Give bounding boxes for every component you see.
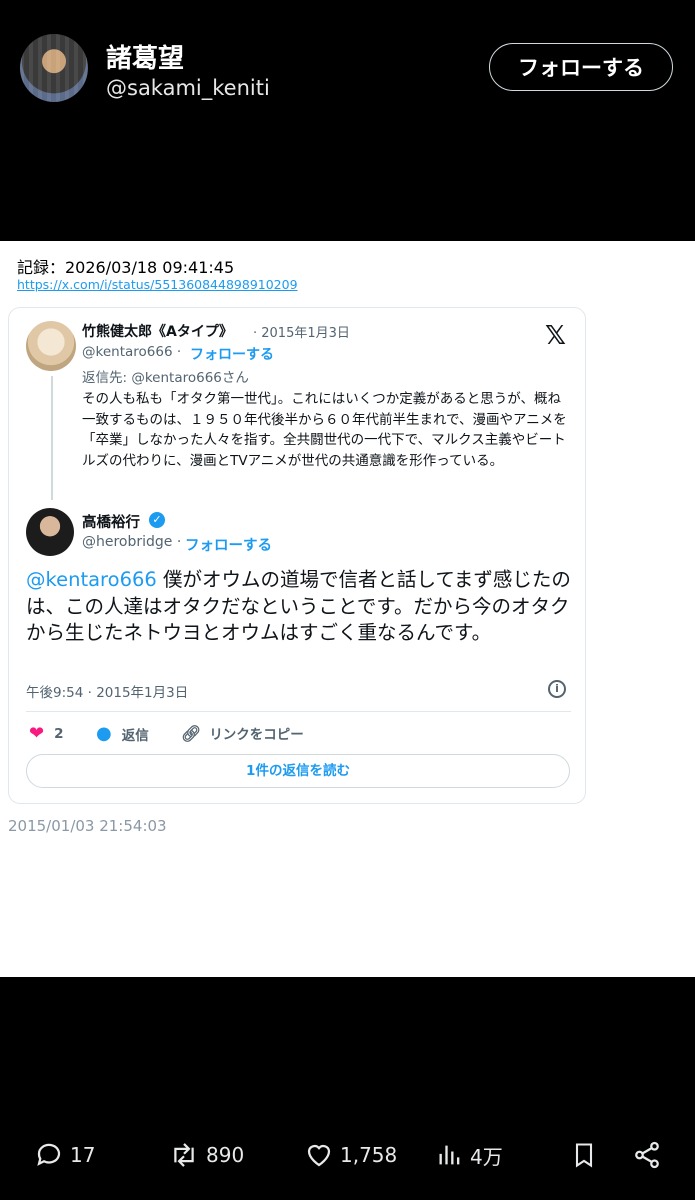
avatar[interactable] — [20, 34, 88, 102]
like-count: 2 — [54, 725, 64, 742]
repost-icon — [174, 1143, 194, 1167]
user-handle[interactable]: @sakami_keniti — [106, 76, 270, 100]
repost-count: 890 — [206, 1143, 245, 1167]
engagement-bar: 17 890 1,758 4万 — [0, 1130, 695, 1180]
embedded-tweet-card: 竹熊健太郎《Aタイプ》 · 2015年1月3日 @kentaro666 · フォ… — [8, 307, 586, 804]
analytics-icon — [439, 1145, 460, 1165]
share-button[interactable] — [632, 1130, 668, 1180]
quoted-user-handle: @kentaro666 · — [82, 344, 182, 360]
heart-outline-icon — [307, 1144, 331, 1167]
mention: @kentaro666 — [26, 568, 157, 591]
view-count: 4万 — [470, 1144, 503, 1169]
repost-button[interactable]: 890 — [168, 1130, 244, 1180]
reply-button[interactable]: 17 — [34, 1130, 95, 1180]
quoted-date: · 2015年1月3日 — [253, 326, 350, 341]
quoted-user-name: 竹熊健太郎《Aタイプ》 — [82, 324, 233, 340]
follow-button[interactable]: フォローする — [489, 43, 673, 91]
user-name[interactable]: 諸葛望 — [106, 38, 184, 75]
views-button[interactable]: 4万 — [436, 1130, 503, 1180]
quoted-tweet-text: その人も私も「オタク第一世代」。これにはいくつか定義があると思うが、概ね一致する… — [82, 391, 567, 469]
verified-badge-icon: ✓ — [149, 512, 165, 528]
tweet-time: 午後9:54 · 2015年1月3日 — [26, 685, 189, 701]
main-user-handle: @herobridge · — [82, 534, 182, 550]
record-label: 記録：2026/03/18 09:41:45 — [17, 258, 235, 277]
reply-to-label: 返信先: @kentaro666さん — [82, 370, 249, 386]
quoted-avatar — [26, 321, 76, 371]
like-action: ❤ 2 — [29, 723, 64, 744]
bookmark-button[interactable] — [570, 1130, 604, 1180]
reply-label: 返信 — [121, 727, 149, 744]
copy-link-label: リンクをコピー — [209, 727, 304, 743]
quoted-follow-link: フォローする — [190, 347, 274, 363]
reply-count: 17 — [70, 1143, 96, 1167]
divider — [26, 711, 571, 712]
bookmark-icon — [575, 1143, 593, 1168]
like-button[interactable]: 1,758 — [304, 1130, 397, 1180]
speech-bubble-icon: ● — [96, 723, 112, 744]
info-icon: i — [548, 680, 566, 698]
main-user-name: 高橋裕行 — [82, 515, 140, 531]
capture-timestamp: 2015/01/03 21:54:03 — [8, 817, 167, 835]
thread-line — [51, 376, 53, 500]
reply-icon — [37, 1143, 61, 1166]
main-tweet-text: @kentaro666 僕がオウムの道場で信者と話してまず感じたのは、この人達は… — [26, 567, 571, 647]
share-icon — [635, 1141, 659, 1169]
reply-action: ● 返信 — [96, 723, 149, 744]
post-header: 諸葛望 @sakami_keniti フォローする — [0, 0, 695, 240]
x-logo-icon: 𝕏 — [545, 321, 566, 351]
heart-icon: ❤ — [29, 723, 45, 744]
link-icon: 🔗︎ — [181, 723, 202, 743]
copy-link-action: 🔗︎ リンクをコピー — [181, 723, 304, 744]
main-avatar — [26, 508, 74, 556]
post-image[interactable]: 記録：2026/03/18 09:41:45 https://x.com/i/s… — [0, 241, 695, 977]
main-follow-link: フォローする — [185, 538, 272, 554]
avatar-background — [20, 34, 88, 102]
read-replies-button: 1件の返信を読む — [26, 754, 570, 788]
like-count-total: 1,758 — [340, 1143, 398, 1167]
status-link: https://x.com/i/status/55136084489891020… — [17, 277, 298, 292]
